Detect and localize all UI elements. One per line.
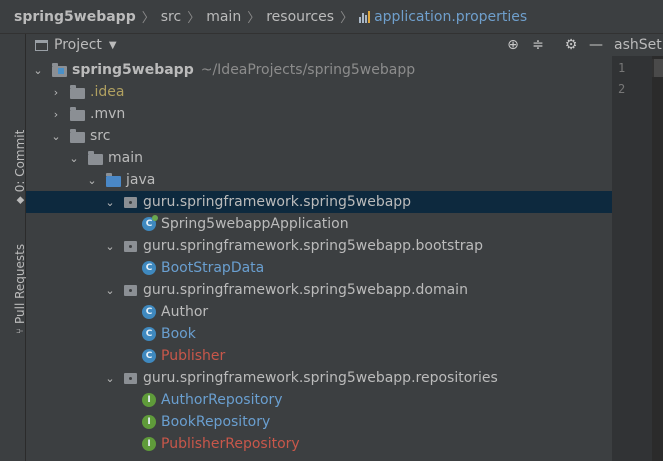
chevron-right-icon[interactable]: ›	[50, 86, 62, 99]
tree-item-label: Book	[161, 326, 196, 342]
chevron-down-icon[interactable]: ⌄	[104, 372, 116, 385]
properties-file-icon	[359, 10, 371, 24]
chevron-down-icon[interactable]: ⌄	[32, 64, 44, 77]
spring-class-icon: C	[142, 215, 158, 231]
breadcrumb-project[interactable]: spring5webapp	[14, 9, 136, 25]
minimize-icon[interactable]: —	[587, 36, 605, 54]
tree-item-label: Spring5webappApplication	[161, 216, 349, 232]
tree-item-label: Publisher	[161, 348, 226, 364]
commit-icon: ◆	[14, 196, 26, 204]
pull-requests-tab-label: Pull Requests	[13, 243, 27, 324]
tree-item-package-domain[interactable]: ⌄ guru.springframework.spring5webapp.dom…	[26, 279, 612, 301]
tree-item-label: main	[108, 150, 143, 166]
class-icon: C	[142, 261, 156, 275]
tree-item-label: .mvn	[90, 106, 126, 122]
chevron-down-icon[interactable]: ⌄	[50, 130, 62, 143]
chevron-down-icon[interactable]: ▼	[109, 40, 117, 51]
folder-icon	[88, 150, 103, 165]
source-folder-icon	[106, 172, 121, 187]
tree-item-label: .idea	[90, 84, 125, 100]
pull-requests-tab[interactable]: ⑂ Pull Requests	[13, 244, 27, 334]
tree-item-root[interactable]: ⌄ spring5webapp ~/IdeaProjects/spring5we…	[26, 59, 612, 81]
tree-item-idea[interactable]: › .idea	[26, 81, 612, 103]
class-icon: C	[142, 305, 156, 319]
breadcrumb-main[interactable]: main	[206, 9, 241, 25]
package-icon	[124, 372, 137, 384]
tree-item-label: Author	[161, 304, 209, 320]
tree-item-label: guru.springframework.spring5webapp.domai…	[143, 282, 468, 298]
editor-tab[interactable]: ashSet.	[612, 34, 663, 56]
commit-tab[interactable]: ◆ 0: Commit	[13, 130, 27, 204]
tree-item-app-class[interactable]: C Spring5webappApplication	[26, 213, 612, 235]
line-number: 2	[618, 82, 626, 96]
interface-icon: I	[142, 437, 156, 451]
tree-item-src[interactable]: ⌄ src	[26, 125, 612, 147]
left-tool-strip: ◆ 0: Commit ⑂ Pull Requests	[0, 34, 27, 461]
tree-item-label: AuthorRepository	[161, 392, 283, 408]
chevron-down-icon[interactable]: ⌄	[86, 174, 98, 187]
class-icon: C	[142, 327, 156, 341]
module-folder-icon	[52, 62, 67, 77]
class-icon: C	[142, 349, 156, 363]
chevron-right-icon[interactable]: ›	[50, 108, 62, 121]
project-view-selector[interactable]: Project	[54, 37, 102, 53]
current-line-highlight	[652, 59, 663, 77]
tree-item-label: src	[90, 128, 111, 144]
folder-icon	[70, 106, 85, 121]
tree-item-label: BookRepository	[161, 414, 271, 430]
editor-tab-label: ashSet.	[614, 37, 663, 53]
tree-item-label: spring5webapp	[72, 62, 194, 78]
tree-item-bootstrap-class[interactable]: C BootStrapData	[26, 257, 612, 279]
editor-text-area[interactable]	[652, 56, 663, 461]
tree-item-main[interactable]: ⌄ main	[26, 147, 612, 169]
chevron-right-icon: 〉	[247, 11, 261, 26]
tree-item-java[interactable]: ⌄ java	[26, 169, 612, 191]
editor-gutter: 1 2	[612, 56, 652, 461]
tree-item-label: BootStrapData	[161, 260, 265, 276]
tree-item-label: guru.springframework.spring5webapp.boots…	[143, 238, 484, 254]
breadcrumb-src[interactable]: src	[161, 9, 181, 25]
tree-item-publisher[interactable]: C Publisher	[26, 345, 612, 367]
tree-item-package-root[interactable]: ⌄ guru.springframework.spring5webapp	[26, 191, 612, 213]
chevron-down-icon[interactable]: ⌄	[104, 240, 116, 253]
interface-icon: I	[142, 415, 156, 429]
package-icon	[124, 284, 137, 296]
chevron-right-icon: 〉	[187, 11, 201, 26]
folder-icon	[70, 84, 85, 99]
breadcrumb: spring5webapp 〉 src 〉 main 〉 resources 〉…	[0, 0, 663, 34]
chevron-down-icon[interactable]: ⌄	[68, 152, 80, 165]
tree-item-mvn[interactable]: › .mvn	[26, 103, 612, 125]
interface-icon: I	[142, 393, 156, 407]
gear-icon[interactable]: ⚙	[562, 36, 580, 54]
tree-item-author-repository[interactable]: I AuthorRepository	[26, 389, 612, 411]
commit-tab-label: 0: Commit	[13, 129, 27, 193]
breadcrumb-resources[interactable]: resources	[266, 9, 334, 25]
crosshair-icon[interactable]: ⊕	[504, 36, 522, 54]
pull-requests-icon: ⑂	[14, 328, 26, 334]
line-number: 1	[618, 61, 626, 75]
chevron-down-icon[interactable]: ⌄	[104, 284, 116, 297]
package-icon	[124, 240, 137, 252]
collapse-icon[interactable]: ≑	[529, 36, 547, 54]
chevron-right-icon: 〉	[141, 11, 155, 26]
tree-item-label: guru.springframework.spring5webapp.repos…	[143, 370, 498, 386]
tree-item-label: PublisherRepository	[161, 436, 300, 452]
tree-item-book[interactable]: C Book	[26, 323, 612, 345]
tree-item-label: java	[126, 172, 156, 188]
breadcrumb-file[interactable]: application.properties	[374, 9, 527, 25]
tree-item-publisher-repository[interactable]: I PublisherRepository	[26, 433, 612, 455]
package-icon	[124, 196, 137, 208]
tree-item-path: ~/IdeaProjects/spring5webapp	[200, 62, 416, 78]
project-window-icon	[35, 39, 48, 51]
project-tree: ⌄ spring5webapp ~/IdeaProjects/spring5we…	[26, 56, 612, 461]
tree-item-author[interactable]: C Author	[26, 301, 612, 323]
folder-icon	[70, 128, 85, 143]
tree-item-package-bootstrap[interactable]: ⌄ guru.springframework.spring5webapp.boo…	[26, 235, 612, 257]
tree-item-package-repositories[interactable]: ⌄ guru.springframework.spring5webapp.rep…	[26, 367, 612, 389]
project-panel-header: Project ▼ ⊕ ≑ ⚙ —	[26, 34, 612, 56]
tree-item-label: guru.springframework.spring5webapp	[143, 194, 412, 210]
chevron-right-icon: 〉	[340, 11, 354, 26]
tree-item-book-repository[interactable]: I BookRepository	[26, 411, 612, 433]
chevron-down-icon[interactable]: ⌄	[104, 196, 116, 209]
